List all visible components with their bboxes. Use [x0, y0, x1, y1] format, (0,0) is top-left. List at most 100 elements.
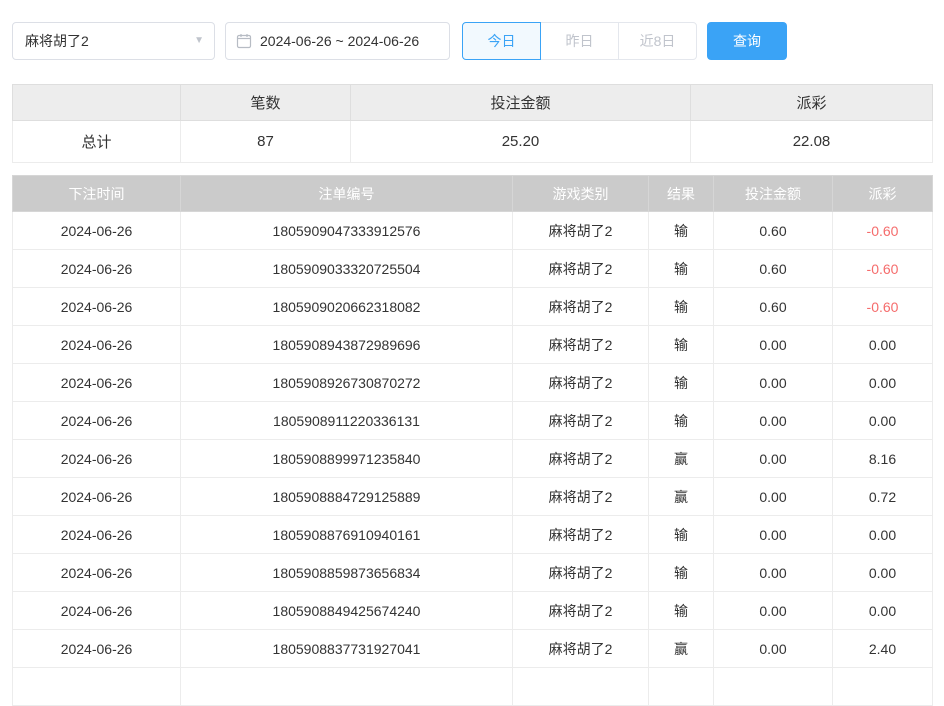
summary-header-count: 笔数 — [181, 85, 351, 121]
query-button[interactable]: 查询 — [707, 22, 787, 60]
cell-bet-amount: 0.00 — [714, 592, 833, 630]
cell-game-type: 麻将胡了2 — [513, 364, 649, 402]
cell-bet-time: 2024-06-26 — [13, 516, 181, 554]
cell-order-id: 1805908884729125889 — [181, 478, 513, 516]
quick-date-yesterday-button[interactable]: 昨日 — [540, 22, 619, 60]
header-bet-time: 下注时间 — [13, 176, 181, 212]
cell-bet-time: 2024-06-26 — [13, 478, 181, 516]
cell-bet-amount: 0.60 — [714, 212, 833, 250]
cell-result: 输 — [649, 250, 714, 288]
cell-payout: 0.00 — [833, 326, 933, 364]
cell-bet-amount — [714, 668, 833, 706]
cell-bet-amount: 0.00 — [714, 440, 833, 478]
summary-total-row: 总计 87 25.20 22.08 — [13, 121, 933, 163]
records-table: 下注时间 注单编号 游戏类别 结果 投注金额 派彩 2024-06-261805… — [12, 175, 933, 706]
cell-payout: 0.72 — [833, 478, 933, 516]
cell-result: 输 — [649, 554, 714, 592]
cell-payout — [833, 668, 933, 706]
cell-bet-time: 2024-06-26 — [13, 326, 181, 364]
summary-header-payout: 派彩 — [691, 85, 933, 121]
cell-game-type: 麻将胡了2 — [513, 440, 649, 478]
summary-total-count: 87 — [181, 121, 351, 163]
cell-bet-amount: 0.00 — [714, 478, 833, 516]
cell-result: 输 — [649, 516, 714, 554]
betting-records-page: 麻将胡了2 ▼ 2024-06-26 ~ 2024-06-26 今日 昨日 近8… — [0, 22, 944, 706]
quick-date-last8days-button[interactable]: 近8日 — [618, 22, 697, 60]
cell-result: 赢 — [649, 440, 714, 478]
summary-header-bet-amount: 投注金额 — [351, 85, 691, 121]
cell-game-type: 麻将胡了2 — [513, 402, 649, 440]
cell-order-id: 1805908859873656834 — [181, 554, 513, 592]
cell-bet-amount: 0.60 — [714, 250, 833, 288]
cell-order-id: 1805908837731927041 — [181, 630, 513, 668]
table-row: 2024-06-261805908899971235840麻将胡了2赢0.008… — [13, 440, 933, 478]
cell-order-id: 1805909047333912576 — [181, 212, 513, 250]
table-row: 2024-06-261805908876910940161麻将胡了2输0.000… — [13, 516, 933, 554]
cell-bet-amount: 0.00 — [714, 402, 833, 440]
cell-order-id: 1805908943872989696 — [181, 326, 513, 364]
cell-payout: 2.40 — [833, 630, 933, 668]
header-payout: 派彩 — [833, 176, 933, 212]
cell-result: 赢 — [649, 478, 714, 516]
cell-bet-time: 2024-06-26 — [13, 592, 181, 630]
cell-order-id — [181, 668, 513, 706]
cell-order-id: 1805908911220336131 — [181, 402, 513, 440]
cell-bet-time: 2024-06-26 — [13, 402, 181, 440]
cell-bet-time: 2024-06-26 — [13, 440, 181, 478]
cell-payout: 0.00 — [833, 592, 933, 630]
cell-order-id: 1805908926730870272 — [181, 364, 513, 402]
cell-order-id: 1805908849425674240 — [181, 592, 513, 630]
cell-result: 输 — [649, 364, 714, 402]
table-row: 2024-06-261805908943872989696麻将胡了2输0.000… — [13, 326, 933, 364]
table-row: 2024-06-261805908859873656834麻将胡了2输0.000… — [13, 554, 933, 592]
cell-payout: 0.00 — [833, 516, 933, 554]
cell-result: 输 — [649, 288, 714, 326]
cell-bet-amount: 0.00 — [714, 630, 833, 668]
cell-bet-time: 2024-06-26 — [13, 250, 181, 288]
date-range-value: 2024-06-26 ~ 2024-06-26 — [260, 33, 419, 49]
cell-game-type: 麻将胡了2 — [513, 478, 649, 516]
table-row: 2024-06-261805908884729125889麻将胡了2赢0.000… — [13, 478, 933, 516]
table-row: 2024-06-261805908849425674240麻将胡了2输0.000… — [13, 592, 933, 630]
summary-header-blank — [13, 85, 181, 121]
table-row: 2024-06-261805908926730870272麻将胡了2输0.000… — [13, 364, 933, 402]
game-select[interactable]: 麻将胡了2 ▼ — [12, 22, 215, 60]
date-range-picker[interactable]: 2024-06-26 ~ 2024-06-26 — [225, 22, 450, 60]
cell-order-id: 1805909033320725504 — [181, 250, 513, 288]
cell-bet-amount: 0.00 — [714, 554, 833, 592]
cell-game-type: 麻将胡了2 — [513, 516, 649, 554]
summary-header-row: 笔数 投注金额 派彩 — [13, 85, 933, 121]
cell-bet-time: 2024-06-26 — [13, 630, 181, 668]
cell-bet-time: 2024-06-26 — [13, 288, 181, 326]
cell-payout: -0.60 — [833, 212, 933, 250]
cell-bet-amount: 0.00 — [714, 326, 833, 364]
quick-date-today-button[interactable]: 今日 — [462, 22, 541, 60]
table-row: 2024-06-261805908837731927041麻将胡了2赢0.002… — [13, 630, 933, 668]
cell-bet-amount: 0.00 — [714, 364, 833, 402]
cell-game-type: 麻将胡了2 — [513, 630, 649, 668]
cell-payout: -0.60 — [833, 250, 933, 288]
cell-payout: 0.00 — [833, 402, 933, 440]
cell-game-type: 麻将胡了2 — [513, 212, 649, 250]
cell-payout: 0.00 — [833, 364, 933, 402]
table-row: 2024-06-261805909033320725504麻将胡了2输0.60-… — [13, 250, 933, 288]
header-game-type: 游戏类别 — [513, 176, 649, 212]
cell-bet-time: 2024-06-26 — [13, 554, 181, 592]
cell-game-type — [513, 668, 649, 706]
cell-order-id: 1805909020662318082 — [181, 288, 513, 326]
calendar-icon — [236, 33, 252, 49]
header-order-id: 注单编号 — [181, 176, 513, 212]
table-row — [13, 668, 933, 706]
cell-game-type: 麻将胡了2 — [513, 326, 649, 364]
cell-bet-time: 2024-06-26 — [13, 212, 181, 250]
chevron-down-icon: ▼ — [194, 36, 204, 46]
table-row: 2024-06-261805908911220336131麻将胡了2输0.000… — [13, 402, 933, 440]
filter-toolbar: 麻将胡了2 ▼ 2024-06-26 ~ 2024-06-26 今日 昨日 近8… — [12, 22, 932, 60]
cell-result: 输 — [649, 402, 714, 440]
cell-result: 赢 — [649, 630, 714, 668]
cell-order-id: 1805908899971235840 — [181, 440, 513, 478]
quick-date-group: 今日 昨日 近8日 — [462, 22, 697, 60]
cell-game-type: 麻将胡了2 — [513, 288, 649, 326]
cell-payout: 0.00 — [833, 554, 933, 592]
cell-bet-amount: 0.00 — [714, 516, 833, 554]
